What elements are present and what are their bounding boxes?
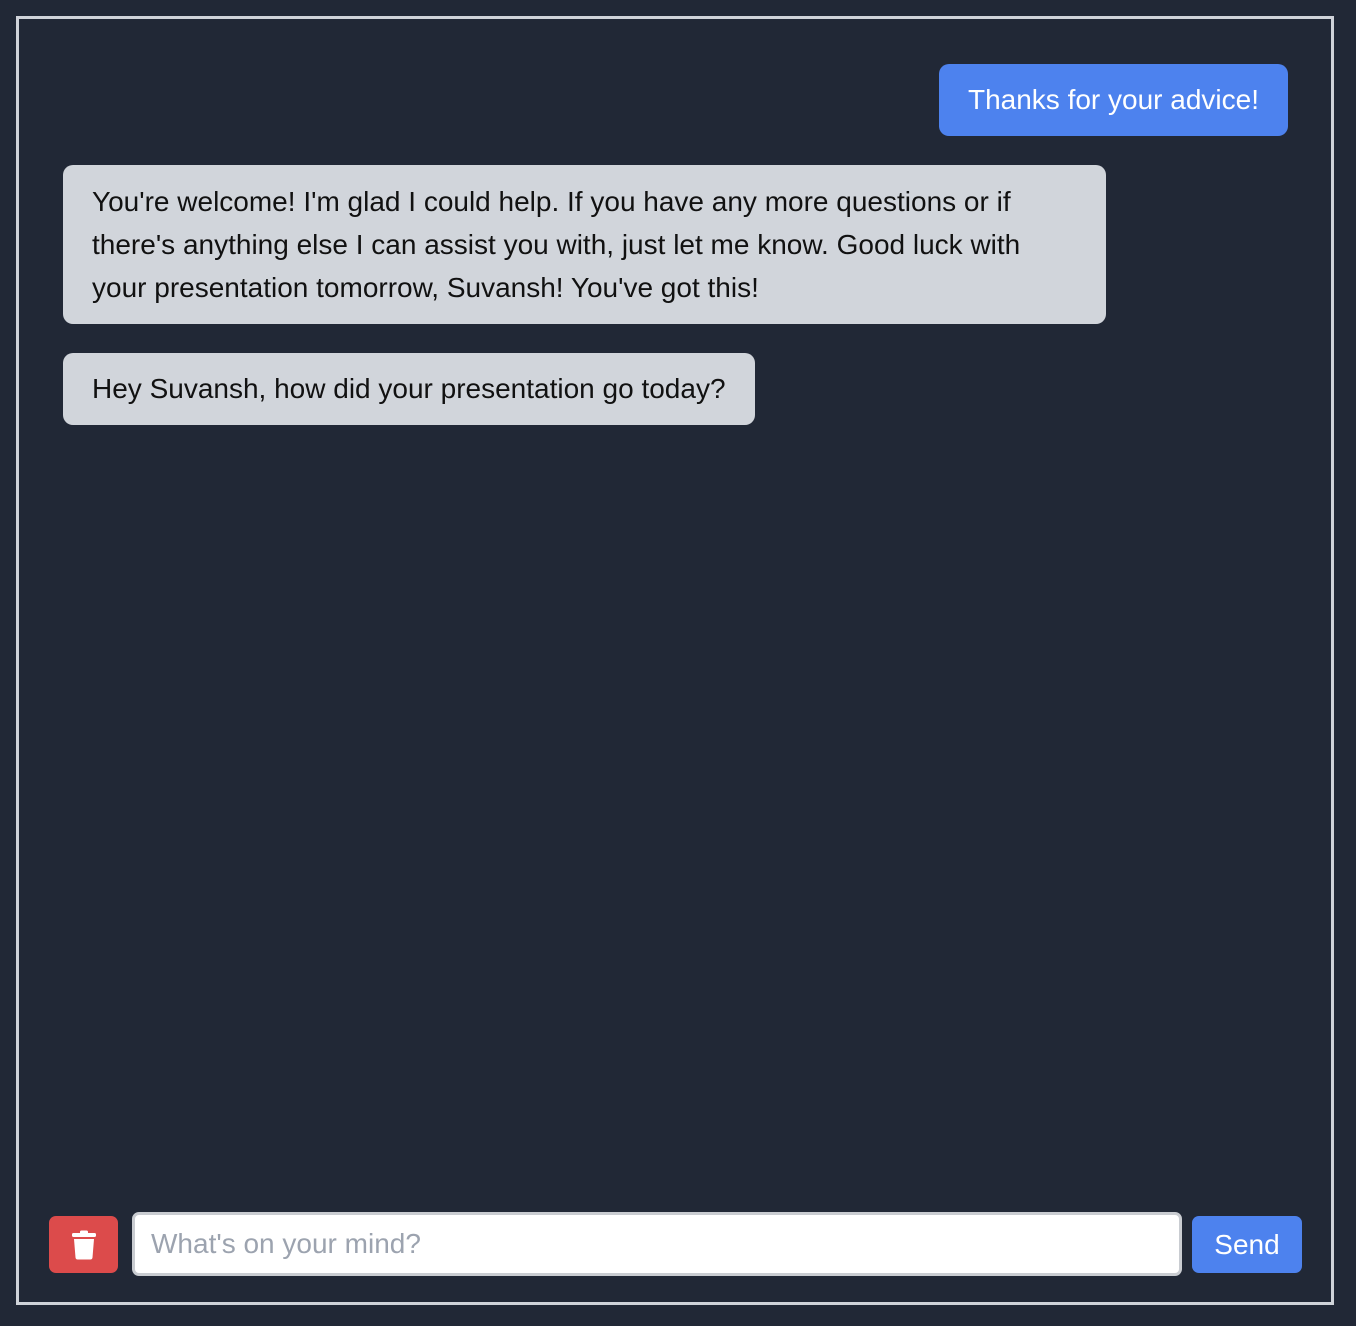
message-input[interactable] [132, 1212, 1182, 1276]
trash-icon [71, 1230, 97, 1260]
message-list: Thanks for your advice! You're welcome! … [19, 19, 1331, 1192]
user-message-bubble: Thanks for your advice! [938, 64, 1288, 136]
assistant-message-bubble: You're welcome! I'm glad I could help. I… [63, 165, 1106, 324]
chat-window: Thanks for your advice! You're welcome! … [16, 16, 1334, 1305]
assistant-message-bubble: Hey Suvansh, how did your presentation g… [63, 353, 755, 425]
message-composer: Send [49, 1212, 1302, 1276]
send-button[interactable]: Send [1192, 1216, 1302, 1273]
clear-chat-button[interactable] [49, 1216, 118, 1273]
